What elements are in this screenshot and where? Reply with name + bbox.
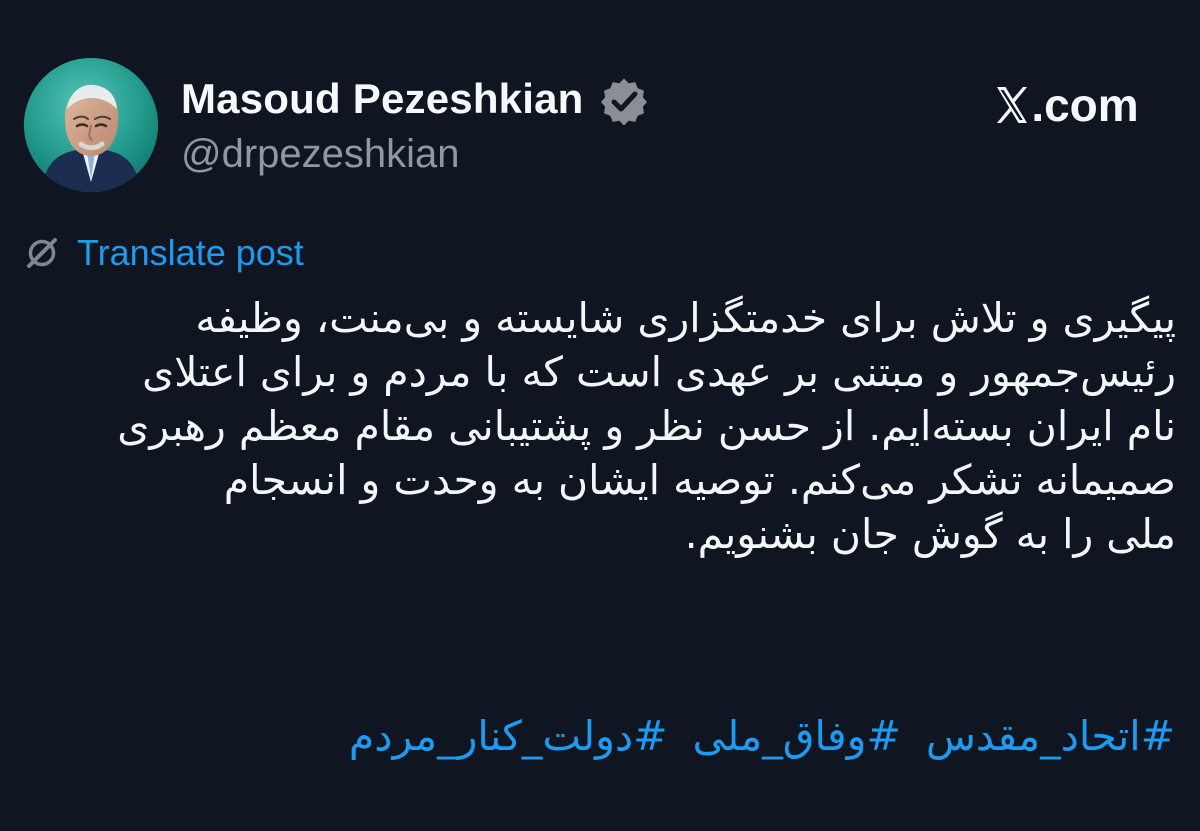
translate-icon xyxy=(27,238,57,268)
post-card: Masoud Pezeshkian @drpezeshkian .com Tra… xyxy=(0,0,1200,831)
author-handle[interactable]: @drpezeshkian xyxy=(181,129,460,179)
x-logo-icon xyxy=(997,87,1028,123)
hashtag-link[interactable]: #دولت_کنار_مردم xyxy=(349,707,668,765)
translate-post-control[interactable]: Translate post xyxy=(25,226,304,280)
post-text-line-3: نام ایران بسته‌ایم. از حسن نظر و پشتیبان… xyxy=(117,402,1176,450)
profile-photo xyxy=(24,58,158,192)
hashtag-link[interactable]: #اتحاد_مقدس xyxy=(926,707,1175,765)
post-text-line-2: رئیس‌جمهور و مبتنی بر عهدی است که با مرد… xyxy=(142,348,1176,396)
post-text-line-1: پیگیری و تلاش برای خدمتگزاری شایسته و بی… xyxy=(195,294,1176,342)
profile-avatar[interactable] xyxy=(24,58,158,192)
translate-post-link[interactable]: Translate post xyxy=(77,226,304,280)
author-display-name[interactable]: Masoud Pezeshkian xyxy=(181,71,584,127)
post-text-line-4: صمیمانه تشکر می‌کنم. توصیه ایشان به وحدت… xyxy=(223,456,1176,504)
verified-badge-icon xyxy=(601,79,647,125)
brand-domain: .com xyxy=(1031,79,1139,131)
hashtag-list: #اتحاد_مقدس #وفاق_ملی #دولت_کنار_مردم xyxy=(210,707,1175,765)
x-com-brand: .com xyxy=(974,75,1160,135)
post-text-line-5: ملی را به گوش جان بشنویم. xyxy=(684,510,1176,558)
hashtag-link[interactable]: #وفاق_ملی xyxy=(693,707,901,765)
post-body: پیگیری و تلاش برای خدمتگزاری شایسته و بی… xyxy=(16,291,1176,561)
